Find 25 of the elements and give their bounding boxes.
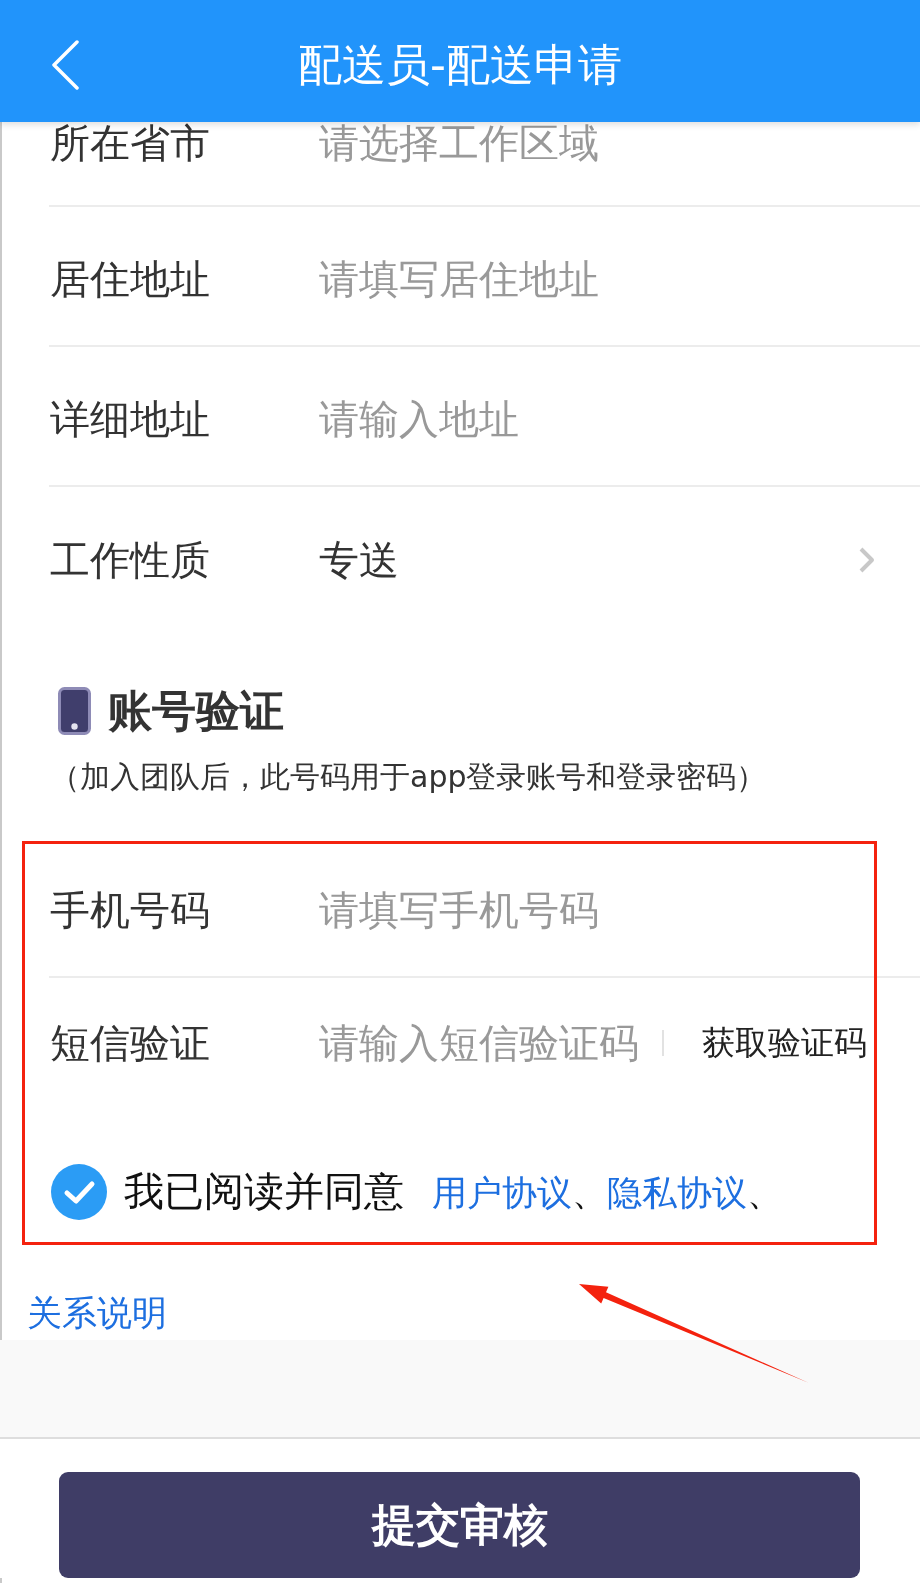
agreement-checkbox[interactable]	[51, 1164, 107, 1220]
input-field[interactable]: 请选择工作区域	[319, 123, 920, 163]
section-note: （加入团队后，此号码用于app登录账号和登录密码）	[50, 758, 768, 796]
agreement-text: 我已阅读并同意 用户协议、隐私协议、	[124, 1167, 782, 1216]
field-label: 所在省市	[49, 123, 211, 163]
field-label: 手机号码	[49, 890, 211, 930]
chevron-right-icon	[859, 547, 875, 573]
agreement-link[interactable]: 隐私协议	[607, 1173, 747, 1213]
phone-icon	[58, 687, 91, 735]
field-label: 居住地址	[49, 259, 211, 299]
section-title: 账号验证	[108, 687, 284, 735]
page-title: 配送员-配送申请	[297, 39, 623, 91]
input-field[interactable]: 请输入短信验证码	[319, 1023, 659, 1063]
select-field[interactable]: 专送	[319, 540, 920, 580]
field-label: 短信验证	[49, 1023, 211, 1063]
agreement-link[interactable]: 用户协议	[432, 1173, 572, 1213]
chevron-left-icon	[51, 40, 79, 90]
relation-link[interactable]: 关系说明	[27, 1293, 167, 1333]
field-label: 详细地址	[49, 399, 211, 439]
field-label: 工作性质	[49, 540, 211, 580]
submit-button[interactable]: 提交审核	[59, 1472, 860, 1578]
get-code-button[interactable]: 获取验证码	[702, 1023, 867, 1063]
input-field[interactable]: 请填写手机号码	[319, 890, 920, 930]
input-field[interactable]: 请填写居住地址	[319, 259, 920, 299]
input-field[interactable]: 请输入地址	[319, 399, 920, 439]
